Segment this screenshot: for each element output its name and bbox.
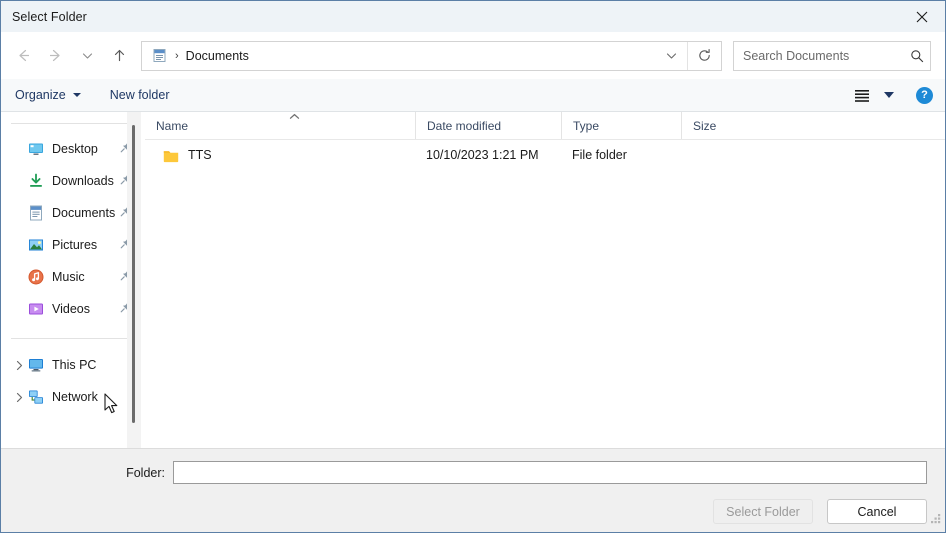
search-box[interactable] [733, 40, 931, 71]
forward-icon[interactable] [39, 40, 71, 72]
tree-list: This PC Network [1, 349, 141, 413]
sort-ascending-icon [288, 112, 300, 120]
cancel-button[interactable]: Cancel [827, 499, 927, 524]
command-bar: Organize New folder ? [1, 79, 945, 112]
sidebar-item-downloads[interactable]: Downloads [1, 165, 141, 197]
videos-icon [27, 301, 44, 317]
column-headers: Name Date modified Type Size [145, 112, 945, 140]
file-name-cell[interactable]: TTS [145, 148, 415, 163]
folder-label: Folder: [126, 465, 165, 480]
file-list: Name Date modified Type Size TTS 10/10/2023 … [145, 112, 945, 448]
column-header-type[interactable]: Type [561, 112, 681, 139]
sidebar-item-desktop[interactable]: Desktop [1, 133, 141, 165]
sidebar-item-label: Videos [52, 302, 90, 316]
folder-field-row: Folder: [1, 449, 945, 484]
quick-access-list: Desktop Downloads Documents Pictures Music Vi… [1, 133, 141, 325]
column-header-label: Size [693, 118, 717, 133]
navigation-bar: › Documents [1, 32, 945, 79]
select-folder-dialog: Select Folder › Documents Search Documen… [0, 0, 946, 533]
sidebar-item-label: Documents [52, 206, 116, 220]
back-icon[interactable] [7, 40, 39, 72]
network-icon [27, 389, 44, 405]
sidebar-item-label: Desktop [52, 142, 98, 156]
sidebar-item-label: This PC [52, 358, 97, 372]
folder-input-wrapper[interactable] [173, 461, 927, 484]
date-modified-cell: 10/10/2023 1:21 PM [426, 148, 539, 162]
list-view-icon[interactable] [849, 84, 875, 106]
address-dropdown-chevron-down-icon[interactable] [655, 42, 687, 70]
chevron-right-icon[interactable] [11, 392, 27, 403]
up-one-level-icon[interactable] [103, 40, 135, 72]
sidebar-divider-top [11, 123, 127, 124]
sidebar-item-label: Pictures [52, 238, 98, 252]
column-header-name[interactable]: Name [145, 112, 415, 139]
chevron-right-icon[interactable] [11, 360, 27, 371]
breadcrumb[interactable]: › Documents [142, 48, 655, 63]
new-folder-button[interactable]: New folder [110, 88, 170, 102]
recent-locations-chevron-down-icon[interactable] [71, 40, 103, 72]
file-type-cell: File folder [572, 148, 627, 162]
address-bar[interactable]: › Documents [141, 40, 722, 71]
dialog-footer: Folder: Select Folder Cancel [1, 448, 945, 532]
sidebar-item-videos[interactable]: Videos [1, 293, 141, 325]
view-controls: ? [849, 84, 933, 106]
search-icon[interactable] [904, 49, 930, 63]
help-icon[interactable]: ? [916, 86, 933, 104]
table-row[interactable]: TTS 10/10/2023 1:21 PM File folder [145, 140, 945, 170]
scrollbar-thumb[interactable] [132, 125, 135, 423]
sidebar-divider-bottom [11, 338, 127, 339]
breadcrumb-current[interactable]: Documents [186, 49, 249, 63]
documents-icon [27, 205, 44, 221]
sidebar-item-label: Downloads [52, 174, 114, 188]
navigation-pane: Desktop Downloads Documents Pictures Music Vi… [1, 112, 141, 448]
sidebar-item-label: Music [52, 270, 85, 284]
this-pc-icon [27, 357, 44, 373]
sidebar-item-pictures[interactable]: Pictures [1, 229, 141, 261]
sidebar-scrollbar[interactable] [127, 112, 141, 448]
sidebar-item-label: Network [52, 390, 98, 404]
dialog-body: Desktop Downloads Documents Pictures Music Vi… [1, 112, 945, 448]
sidebar-item-music[interactable]: Music [1, 261, 141, 293]
dialog-buttons: Select Folder Cancel [1, 499, 945, 524]
pictures-icon [27, 237, 44, 253]
column-header-label: Date modified [427, 118, 502, 133]
breadcrumb-separator: › [175, 49, 179, 62]
organize-label: Organize [15, 88, 66, 102]
window-title: Select Folder [12, 9, 87, 24]
sidebar-item-documents[interactable]: Documents [1, 197, 141, 229]
column-header-label: Type [573, 118, 600, 133]
organize-button[interactable]: Organize [15, 88, 81, 102]
sidebar-item-network[interactable]: Network [1, 381, 141, 413]
desktop-icon [27, 141, 44, 157]
view-options-caret-down-icon[interactable] [884, 92, 894, 98]
select-folder-button[interactable]: Select Folder [713, 499, 813, 524]
column-header-label: Name [156, 118, 189, 133]
folder-input[interactable] [178, 465, 926, 480]
caret-down-icon [72, 93, 81, 97]
search-input[interactable] [734, 48, 904, 63]
downloads-icon [27, 173, 44, 189]
file-rows: TTS 10/10/2023 1:21 PM File folder [145, 140, 945, 170]
column-header-size[interactable]: Size [681, 112, 761, 139]
folder-icon [163, 148, 180, 163]
column-header-date-modified[interactable]: Date modified [415, 112, 561, 139]
file-name-label: TTS [188, 148, 212, 162]
resize-grip-icon[interactable] [929, 511, 942, 529]
title-bar: Select Folder [1, 1, 945, 32]
sidebar-item-this-pc[interactable]: This PC [1, 349, 141, 381]
refresh-icon[interactable] [687, 41, 721, 70]
close-icon[interactable] [899, 1, 945, 32]
music-icon [27, 269, 44, 285]
documents-icon [152, 48, 167, 63]
